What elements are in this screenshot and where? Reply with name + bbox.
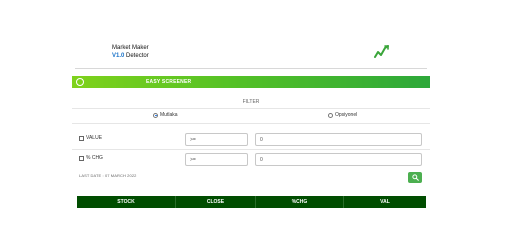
column-header-stock[interactable]: STOCK — [77, 196, 176, 208]
radio-mutlaka[interactable]: Mutlaka — [153, 112, 178, 118]
trend-chart-logo-icon — [374, 45, 389, 58]
banner-title: EASY SCREENER — [146, 79, 192, 85]
app-name: Market Maker — [112, 45, 149, 51]
filter-divider — [72, 108, 430, 109]
last-date-text: LAST DATE : 07 MARCH 2022 — [79, 173, 137, 178]
radio-opsiyonel[interactable]: Opsiyonel — [328, 112, 357, 118]
column-header-close[interactable]: CLOSE — [176, 196, 256, 208]
search-icon — [411, 174, 419, 181]
chg-checkbox[interactable] — [79, 155, 84, 161]
radio-label-opsiyonel: Opsiyonel — [335, 112, 358, 118]
chg-filter-label[interactable]: % CHG — [79, 155, 103, 161]
radio-label-mutlaka: Mutlaka — [160, 112, 178, 118]
value-checkbox[interactable] — [79, 135, 84, 141]
app-title: Market Maker V1.0 Detector — [112, 44, 149, 60]
search-button[interactable] — [408, 172, 422, 183]
results-table-header: STOCK CLOSE %CHG VAL — [77, 196, 426, 208]
row-divider — [72, 149, 430, 150]
radio-button-selected[interactable] — [153, 112, 158, 118]
app-subtitle: Detector — [126, 53, 149, 59]
chg-operator-input[interactable]: >= — [185, 153, 248, 166]
value-operator-input[interactable]: >= — [185, 133, 248, 146]
value-label: VALUE — [86, 135, 103, 141]
chg-amount-input[interactable]: 0 — [255, 153, 422, 166]
radio-divider — [72, 123, 430, 124]
chg-label: % CHG — [86, 155, 103, 161]
value-amount-input[interactable]: 0 — [255, 133, 422, 146]
filter-label: FILTER — [242, 99, 260, 105]
column-header-val[interactable]: VAL — [344, 196, 426, 208]
radio-button[interactable] — [328, 112, 333, 118]
app-version: V1.0 — [112, 53, 125, 59]
header-divider — [75, 68, 427, 69]
easy-screener-banner[interactable]: EASY SCREENER — [72, 76, 430, 88]
clock-icon — [76, 78, 84, 86]
column-header-chg[interactable]: %CHG — [256, 196, 344, 208]
value-filter-label[interactable]: VALUE — [79, 135, 102, 141]
